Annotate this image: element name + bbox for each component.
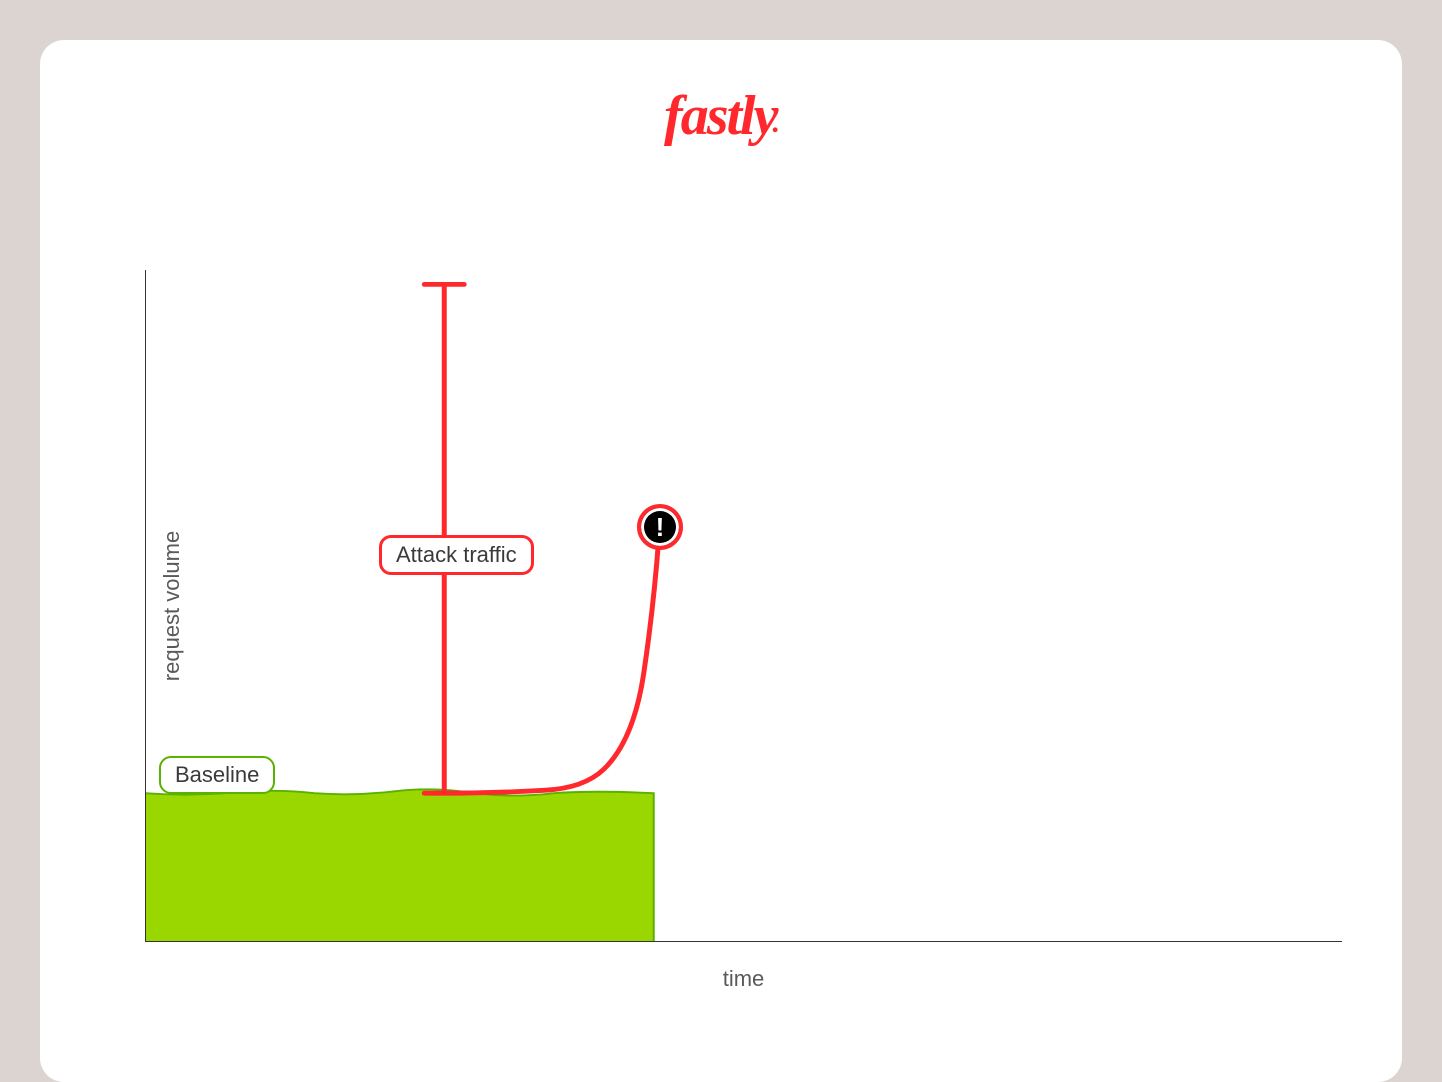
alert-marker-icon: ! [637, 504, 683, 550]
attack-traffic-label: Attack traffic [379, 535, 534, 575]
brand-logo-dot: . [772, 106, 778, 139]
chart-svg [145, 270, 1342, 942]
x-axis-label: time [145, 966, 1342, 992]
baseline-label: Baseline [159, 756, 275, 794]
brand-logo-text: fastly [664, 85, 776, 147]
chart-plot-area: request volume Baseline Attack traffic !… [145, 270, 1342, 942]
attack-traffic-line [434, 539, 658, 793]
brand-logo: fastly. [664, 84, 778, 148]
baseline-area [145, 789, 654, 942]
chart-card: fastly. request volume Baseline Attack t… [40, 40, 1402, 1082]
